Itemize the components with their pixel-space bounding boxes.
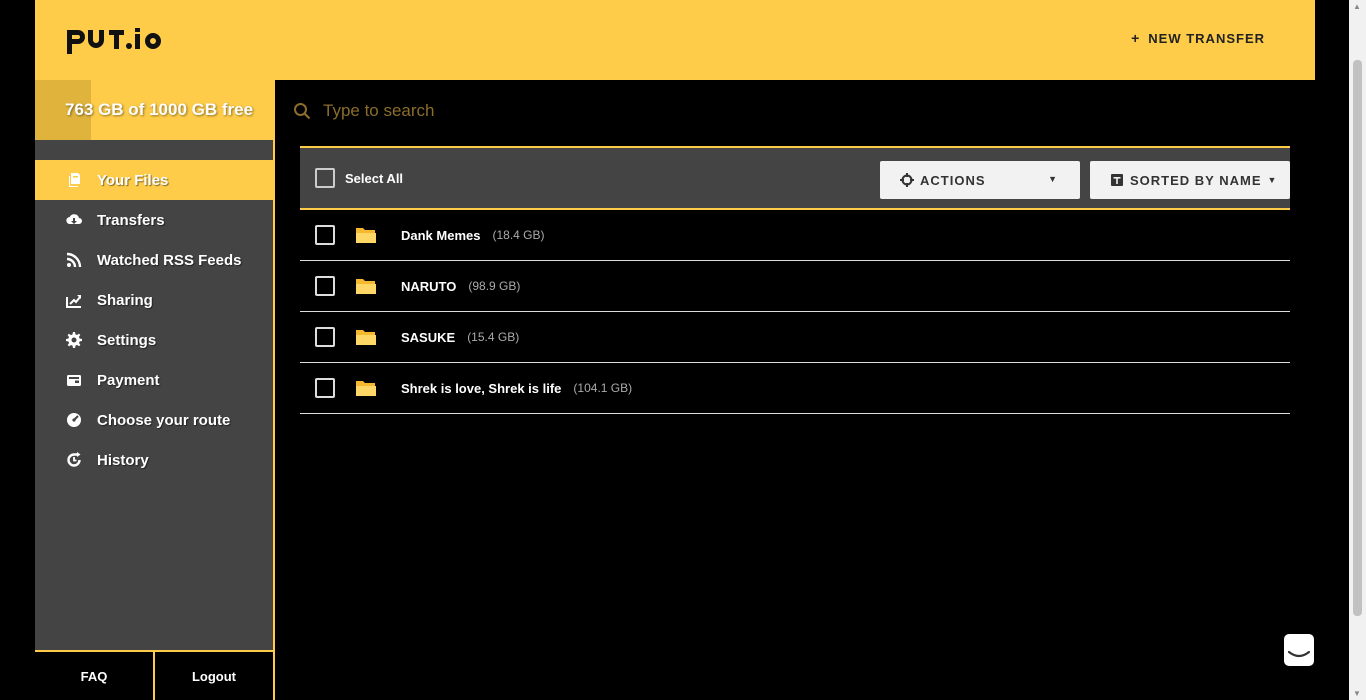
new-transfer-label: NEW TRANSFER [1148,31,1265,46]
row-checkbox[interactable] [315,276,335,296]
sidebar-item-label: Sharing [97,291,153,309]
search-icon [294,103,311,120]
file-row[interactable]: NARUTO (98.9 GB) [300,261,1290,312]
storage-indicator: 763 GB of 1000 GB free [35,80,273,140]
wallet-icon [65,371,83,389]
sort-dropdown[interactable]: SORTED BY NAME ▼ [1090,161,1290,199]
sidebar-item-settings[interactable]: Settings [35,320,273,360]
sidebar-item-label: History [97,451,149,469]
sidebar-item-transfers[interactable]: Transfers [35,200,273,240]
new-transfer-button[interactable]: + NEW TRANSFER [1131,30,1265,46]
search-input[interactable] [323,101,773,121]
scrollbar-thumb[interactable] [1353,60,1362,616]
file-name[interactable]: NARUTO [401,279,456,294]
history-icon [65,451,83,469]
sort-label: SORTED BY NAME [1130,172,1262,188]
file-list-toolbar: Select All ACTIONS ▼ SORTED BY NAME ▼ [300,146,1290,210]
crosshair-icon [900,173,914,187]
scroll-up-icon[interactable]: ▲ [1353,2,1361,11]
sidebar-item-your-files[interactable]: Your Files [35,160,273,200]
folder-icon [356,381,376,396]
files-icon [65,171,83,189]
file-name[interactable]: SASUKE [401,330,455,345]
chevron-down-icon: ▼ [1048,174,1058,184]
sidebar-item-label: Transfers [97,211,165,229]
sidebar-item-payment[interactable]: Payment [35,360,273,400]
gauge-icon [65,411,83,429]
select-all-label: Select All [345,170,404,186]
file-row[interactable]: Shrek is love, Shrek is life (104.1 GB) [300,363,1290,414]
sidebar-item-route[interactable]: Choose your route [35,400,273,440]
actions-label: ACTIONS [920,172,986,188]
chat-widget-button[interactable] [1284,634,1314,666]
share-icon [65,291,83,309]
sidebar-item-label: Watched RSS Feeds [97,251,242,269]
file-size: (104.1 GB) [573,381,633,395]
sidebar-item-label: Choose your route [97,411,231,429]
row-checkbox[interactable] [315,327,335,347]
row-checkbox[interactable] [315,225,335,245]
header: + NEW TRANSFER [35,0,1315,80]
file-list: Select All ACTIONS ▼ SORTED BY NAME ▼ Da… [300,146,1290,414]
file-name[interactable]: Dank Memes [401,228,480,243]
select-all-checkbox[interactable] [315,168,335,188]
file-size: (98.9 GB) [468,279,521,293]
select-all-control[interactable]: Select All [315,168,403,188]
faq-link[interactable]: FAQ [35,652,153,700]
storage-label: 763 GB of 1000 GB free [65,100,254,119]
page-scrollbar[interactable]: ▲ ▼ [1349,0,1366,700]
rss-icon [65,251,83,269]
sidebar-item-label: Payment [97,371,160,389]
cloud-download-icon [65,211,83,229]
chat-icon [1288,650,1310,658]
sidebar-item-sharing[interactable]: Sharing [35,280,273,320]
plus-icon: + [1131,30,1141,46]
sidebar: 763 GB of 1000 GB free Your Files Transf… [35,80,275,700]
row-checkbox[interactable] [315,378,335,398]
logout-link[interactable]: Logout [153,652,273,700]
file-size: (15.4 GB) [467,330,520,344]
file-row[interactable]: Dank Memes (18.4 GB) [300,210,1290,261]
sidebar-item-rss[interactable]: Watched RSS Feeds [35,240,273,280]
actions-dropdown[interactable]: ACTIONS ▼ [880,161,1080,199]
sidebar-footer: FAQ Logout [35,650,273,700]
file-row[interactable]: SASUKE (15.4 GB) [300,312,1290,363]
app-window: + NEW TRANSFER 763 GB of 1000 GB free You… [35,0,1315,700]
sidebar-item-label: Your Files [97,171,169,189]
file-name[interactable]: Shrek is love, Shrek is life [401,381,561,396]
sidebar-item-history[interactable]: History [35,440,273,480]
sort-icon [1111,174,1123,186]
sidebar-item-label: Settings [97,331,157,349]
putio-logo[interactable] [65,24,169,56]
search-bar [293,98,793,124]
scroll-down-icon[interactable]: ▼ [1353,689,1361,698]
folder-icon [356,330,376,345]
file-size: (18.4 GB) [492,228,545,242]
folder-icon [356,228,376,243]
gear-icon [65,331,83,349]
sidebar-menu: Your Files Transfers Watched RSS Feeds S… [35,160,273,480]
chevron-down-icon: ▼ [1267,175,1278,185]
folder-icon [356,279,376,294]
